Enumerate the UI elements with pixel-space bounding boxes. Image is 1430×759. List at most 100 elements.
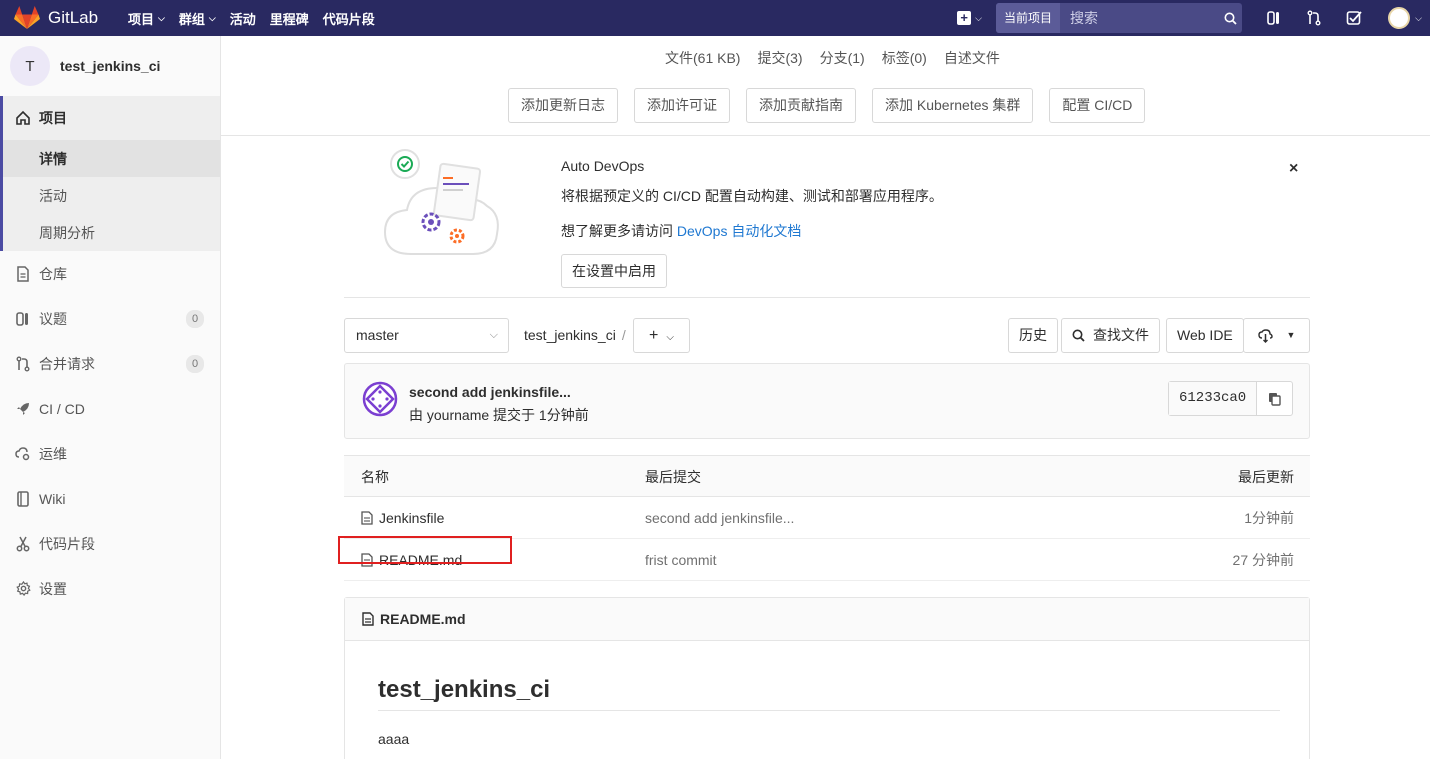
avatar bbox=[1388, 7, 1411, 29]
user-menu[interactable]: ⌵ bbox=[1374, 0, 1430, 36]
sidebar-subitem-cycle-analytics[interactable]: 周期分析 bbox=[3, 214, 220, 251]
issues-nav-icon[interactable] bbox=[1254, 0, 1294, 36]
sidebar-item-ci-cd[interactable]: CI / CD bbox=[0, 386, 220, 431]
devops-learn-more-prefix: 想了解更多请访问 bbox=[561, 223, 677, 239]
file-name-cell[interactable]: README.md bbox=[361, 539, 462, 581]
divider bbox=[221, 135, 1430, 136]
nav-milestones[interactable]: 里程碑 bbox=[270, 9, 309, 28]
stat-commits-link[interactable]: 提交(3) bbox=[757, 48, 802, 68]
chevron-down-icon: ⌵ bbox=[666, 332, 674, 343]
stat-branches-link[interactable]: 分支(1) bbox=[820, 48, 865, 68]
file-tree-table: 名称 最后提交 最后更新 Jenkinsfile second add jenk… bbox=[344, 455, 1310, 581]
breadcrumb: test_jenkins_ci / bbox=[524, 318, 626, 353]
file-last-update: 1分钟前 bbox=[1244, 510, 1294, 526]
commit-title-link[interactable]: second add jenkinsfile... bbox=[409, 384, 571, 400]
gitlab-logo-link[interactable]: GitLab bbox=[14, 6, 114, 30]
auto-devops-banner: Auto DevOps 将根据预定义的 CI/CD 配置自动构建、测试和部署应用… bbox=[381, 144, 1311, 298]
stat-files-link[interactable]: 文件(61 KB) bbox=[665, 48, 740, 68]
divider bbox=[378, 710, 1280, 711]
file-last-commit[interactable]: second add jenkinsfile... bbox=[645, 497, 794, 539]
devops-illustration-icon bbox=[383, 149, 499, 255]
nav-projects[interactable]: 项目 ⌵ bbox=[128, 9, 165, 28]
copy-sha-button[interactable] bbox=[1257, 382, 1292, 415]
merge-request-nav-icon[interactable] bbox=[1294, 0, 1334, 36]
sidebar-item-project[interactable]: 项目 bbox=[3, 96, 220, 140]
nav-activity-label: 活动 bbox=[229, 11, 256, 27]
download-dropdown[interactable]: ▼ bbox=[1243, 318, 1310, 353]
sidebar-item-label: Wiki bbox=[39, 490, 66, 507]
sidebar-item-wiki[interactable]: Wiki bbox=[0, 476, 220, 521]
operations-icon bbox=[15, 446, 31, 462]
sidebar-item-label: 合并请求 bbox=[39, 355, 95, 372]
sidebar-item-label: 仓库 bbox=[39, 265, 67, 282]
sidebar-item-operations[interactable]: 运维 bbox=[0, 431, 220, 476]
sidebar-item-snippets[interactable]: 代码片段 bbox=[0, 521, 220, 566]
file-icon bbox=[361, 511, 373, 525]
nav-snippets[interactable]: 代码片段 bbox=[323, 9, 375, 28]
branch-selector[interactable]: master ⌵ bbox=[344, 318, 509, 353]
column-header-last-commit: 最后提交 bbox=[645, 469, 701, 485]
last-commit-box: second add jenkinsfile... 由 yourname 提交于… bbox=[344, 363, 1310, 439]
sidebar-section-project: 项目 详情 活动 周期分析 bbox=[0, 96, 220, 251]
add-changelog-button[interactable]: 添加更新日志 bbox=[508, 88, 618, 123]
table-row[interactable]: Jenkinsfile second add jenkinsfile... 1分… bbox=[344, 497, 1310, 539]
chevron-down-icon: ⌵ bbox=[1415, 12, 1422, 23]
sidebar-project-header[interactable]: T test_jenkins_ci bbox=[0, 36, 220, 96]
commit-sha-link[interactable]: 61233ca0 bbox=[1169, 382, 1258, 415]
breadcrumb-project-link[interactable]: test_jenkins_ci bbox=[524, 327, 616, 343]
commit-author-avatar[interactable] bbox=[362, 381, 398, 417]
file-last-update: 27 分钟前 bbox=[1232, 552, 1294, 568]
sidebar-subitem-details[interactable]: 详情 bbox=[3, 140, 220, 177]
repository-icon bbox=[15, 265, 31, 282]
enable-in-settings-button[interactable]: 在设置中启用 bbox=[561, 254, 667, 288]
new-dropdown-button[interactable]: + ⌵ bbox=[957, 11, 982, 25]
find-file-button[interactable]: 查找文件 bbox=[1061, 318, 1160, 353]
chevron-down-icon: ⌵ bbox=[975, 12, 982, 23]
copy-icon bbox=[1269, 392, 1281, 406]
branch-name: master bbox=[356, 327, 399, 343]
project-name: test_jenkins_ci bbox=[60, 58, 161, 74]
project-avatar: T bbox=[10, 46, 50, 86]
table-row[interactable]: README.md frist commit 27 分钟前 bbox=[344, 539, 1310, 581]
repository-toolbar: master ⌵ test_jenkins_ci / + ⌵ 历史 查找文件 Web… bbox=[344, 318, 1310, 353]
devops-docs-link[interactable]: DevOps 自动化文档 bbox=[677, 223, 801, 239]
sidebar-item-label: 运维 bbox=[39, 445, 67, 462]
search-input[interactable] bbox=[1060, 3, 1218, 33]
search-scope-badge[interactable]: 当前项目 bbox=[995, 3, 1060, 33]
sidebar-item-merge-requests[interactable]: 合并请求 0 bbox=[0, 341, 220, 386]
file-name-cell[interactable]: Jenkinsfile bbox=[361, 497, 444, 539]
stat-tags-link[interactable]: 标签(0) bbox=[882, 48, 927, 68]
nav-milestones-label: 里程碑 bbox=[269, 11, 309, 27]
book-icon bbox=[15, 490, 31, 507]
web-ide-button[interactable]: Web IDE bbox=[1166, 318, 1244, 353]
add-contributing-button[interactable]: 添加贡献指南 bbox=[746, 88, 856, 123]
commit-meta: 由 yourname 提交于 1分钟前 bbox=[409, 407, 589, 423]
history-button[interactable]: 历史 bbox=[1008, 318, 1058, 353]
rocket-icon bbox=[15, 402, 31, 416]
devops-learn-more: 想了解更多请访问 DevOps 自动化文档 bbox=[561, 221, 801, 241]
download-icon bbox=[1257, 328, 1273, 343]
plus-icon: + bbox=[957, 11, 972, 25]
nav-snippets-label: 代码片段 bbox=[322, 11, 375, 27]
nav-activity[interactable]: 活动 bbox=[230, 9, 256, 28]
file-last-commit[interactable]: frist commit bbox=[645, 539, 717, 581]
sidebar-item-repository[interactable]: 仓库 bbox=[0, 251, 220, 296]
todo-nav-icon[interactable] bbox=[1334, 0, 1374, 36]
plus-icon: + bbox=[649, 327, 659, 344]
home-icon bbox=[16, 110, 30, 125]
search-icon[interactable] bbox=[1218, 3, 1242, 33]
nav-groups[interactable]: 群组 ⌵ bbox=[179, 9, 216, 28]
close-icon[interactable]: × bbox=[1289, 160, 1298, 178]
add-to-tree-dropdown[interactable]: + ⌵ bbox=[633, 318, 690, 353]
sidebar-item-label: 设置 bbox=[39, 580, 67, 597]
configure-ci-cd-button[interactable]: 配置 CI/CD bbox=[1049, 88, 1146, 123]
sidebar-item-issues[interactable]: 议题 0 bbox=[0, 296, 220, 341]
search-box: 当前项目 bbox=[995, 3, 1242, 33]
stat-readme-link[interactable]: 自述文件 bbox=[944, 48, 1000, 68]
sidebar-subitem-activity[interactable]: 活动 bbox=[3, 177, 220, 214]
add-kubernetes-cluster-button[interactable]: 添加 Kubernetes 集群 bbox=[872, 88, 1034, 123]
devops-title: Auto DevOps bbox=[561, 158, 645, 174]
add-license-button[interactable]: 添加许可证 bbox=[634, 88, 730, 123]
column-header-last-update: 最后更新 bbox=[1238, 469, 1294, 485]
sidebar-item-settings[interactable]: 设置 bbox=[0, 566, 220, 611]
